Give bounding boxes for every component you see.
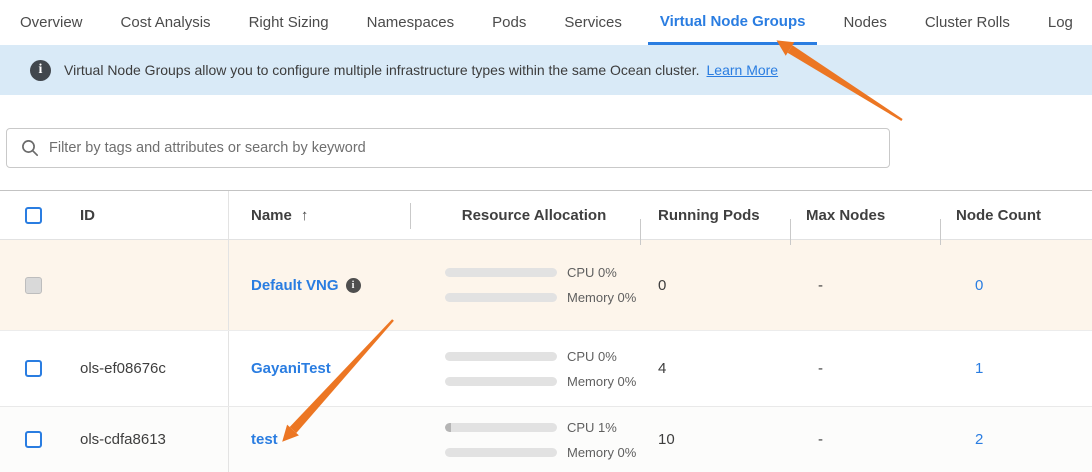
memory-usage-label: Memory 0% xyxy=(567,445,636,460)
select-all-checkbox[interactable] xyxy=(25,207,42,224)
tab-cost-analysis[interactable]: Cost Analysis xyxy=(109,0,223,45)
vng-table: ID Name ↑ Resource Allocation Running Po… xyxy=(0,190,1092,472)
row-checkbox-cell xyxy=(0,277,62,294)
header-id[interactable]: ID xyxy=(62,207,228,224)
row-checkbox-disabled xyxy=(25,277,42,294)
learn-more-link[interactable]: Learn More xyxy=(707,62,779,78)
search-icon xyxy=(21,139,39,157)
running-pods-value: 4 xyxy=(640,360,790,377)
table-row-gayanitest[interactable]: ols-ef08676c GayaniTest CPU 0% Memory 0%… xyxy=(0,331,1092,407)
tab-services[interactable]: Services xyxy=(552,0,634,45)
row-checkbox[interactable] xyxy=(25,360,42,377)
max-nodes-value: - xyxy=(790,277,940,294)
running-pods-value: 10 xyxy=(640,431,790,448)
info-icon: i xyxy=(30,60,51,81)
tab-log[interactable]: Log xyxy=(1036,0,1085,45)
row-checkbox-cell xyxy=(0,431,62,448)
resource-allocation-cell: CPU 0% Memory 0% xyxy=(410,331,640,406)
node-count-link[interactable]: 0 xyxy=(975,277,983,294)
cpu-usage-label: CPU 0% xyxy=(567,349,617,364)
row-checkbox[interactable] xyxy=(25,431,42,448)
max-nodes-value: - xyxy=(790,360,940,377)
row-name-cell: GayaniTest xyxy=(228,331,410,406)
node-count-link[interactable]: 1 xyxy=(975,360,983,377)
table-header-row: ID Name ↑ Resource Allocation Running Po… xyxy=(0,190,1092,240)
header-node-count[interactable]: Node Count xyxy=(940,207,1092,224)
row-id: ols-cdfa8613 xyxy=(62,431,228,448)
tab-virtual-node-groups[interactable]: Virtual Node Groups xyxy=(648,0,818,45)
max-nodes-value: - xyxy=(790,431,940,448)
virtual-node-groups-page: Overview Cost Analysis Right Sizing Name… xyxy=(0,0,1092,472)
row-id: ols-ef08676c xyxy=(62,360,228,377)
cpu-usage-label: CPU 0% xyxy=(567,265,617,280)
running-pods-value: 0 xyxy=(640,277,790,294)
sort-ascending-icon: ↑ xyxy=(301,207,309,224)
vng-name-link[interactable]: GayaniTest xyxy=(251,360,331,377)
info-banner: i Virtual Node Groups allow you to confi… xyxy=(0,45,1092,95)
row-name-cell: test xyxy=(228,407,410,472)
table-row-test[interactable]: ols-cdfa8613 test CPU 1% Memory 0% 10 - … xyxy=(0,407,1092,472)
memory-usage-label: Memory 0% xyxy=(567,290,636,305)
cpu-usage-bar xyxy=(445,352,557,361)
cpu-usage-label: CPU 1% xyxy=(567,420,617,435)
resource-allocation-cell: CPU 0% Memory 0% xyxy=(410,240,640,330)
cluster-tab-bar: Overview Cost Analysis Right Sizing Name… xyxy=(0,0,1092,45)
select-all-cell xyxy=(0,207,62,224)
tab-overview[interactable]: Overview xyxy=(8,0,95,45)
memory-usage-bar xyxy=(445,448,557,457)
memory-usage-label: Memory 0% xyxy=(567,374,636,389)
filter-box[interactable] xyxy=(6,128,890,168)
header-running-pods[interactable]: Running Pods xyxy=(640,207,790,224)
row-name-cell: Default VNG i xyxy=(228,240,410,330)
resource-allocation-cell: CPU 1% Memory 0% xyxy=(410,407,640,472)
node-count-link[interactable]: 2 xyxy=(975,431,983,448)
memory-usage-bar xyxy=(445,377,557,386)
tab-pods[interactable]: Pods xyxy=(480,0,538,45)
tab-nodes[interactable]: Nodes xyxy=(831,0,898,45)
tab-cluster-rolls[interactable]: Cluster Rolls xyxy=(913,0,1022,45)
cpu-usage-bar xyxy=(445,268,557,277)
cpu-usage-fill xyxy=(445,423,451,432)
header-name-label: Name xyxy=(251,207,292,224)
tab-namespaces[interactable]: Namespaces xyxy=(355,0,467,45)
filter-section xyxy=(6,128,1092,168)
default-vng-info-icon[interactable]: i xyxy=(346,278,361,293)
tab-right-sizing[interactable]: Right Sizing xyxy=(237,0,341,45)
vng-name-link[interactable]: Default VNG xyxy=(251,277,339,294)
cpu-usage-bar xyxy=(445,423,557,432)
filter-input[interactable] xyxy=(49,140,889,156)
memory-usage-bar xyxy=(445,293,557,302)
row-checkbox-cell xyxy=(0,360,62,377)
header-name[interactable]: Name ↑ xyxy=(228,191,410,239)
header-resource-allocation[interactable]: Resource Allocation xyxy=(410,191,640,239)
table-row-default-vng[interactable]: Default VNG i CPU 0% Memory 0% 0 - 0 xyxy=(0,240,1092,331)
vng-name-link[interactable]: test xyxy=(251,431,278,448)
banner-message: Virtual Node Groups allow you to configu… xyxy=(64,62,700,78)
header-max-nodes[interactable]: Max Nodes xyxy=(790,207,940,224)
